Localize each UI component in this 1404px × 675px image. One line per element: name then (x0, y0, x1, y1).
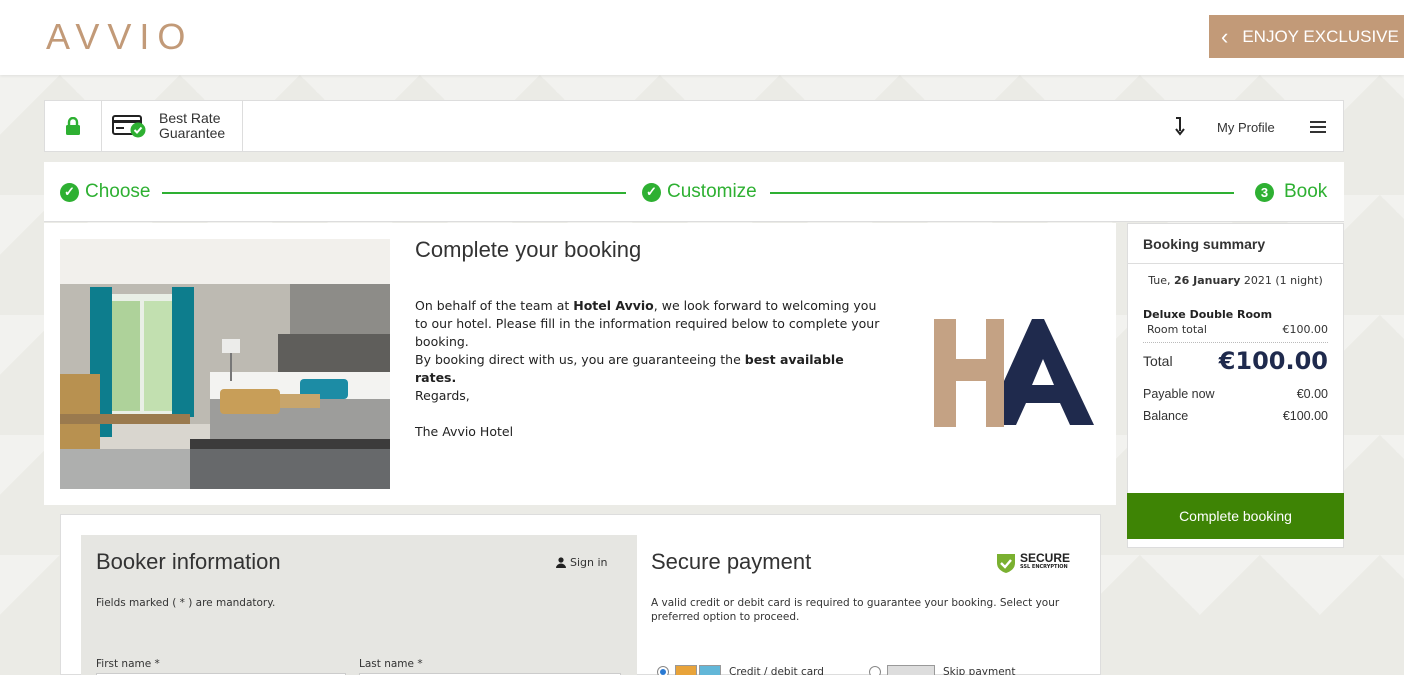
last-name-label: Last name * (359, 658, 423, 670)
intro-text: On behalf of the team at (415, 298, 574, 313)
step-number-badge: 3 (1255, 182, 1274, 202)
card-radio[interactable] (657, 666, 669, 675)
balance-label: Balance (1143, 409, 1189, 423)
card-brands-icon (675, 665, 723, 675)
skip-payment-icon (887, 665, 937, 675)
room-total-label: Room total (1147, 323, 1207, 336)
step-customize-label: Customize (667, 181, 757, 202)
intro-text: By booking direct with us, you are guara… (415, 352, 745, 367)
booking-summary: Booking summary Tue, 26 January 2021 (1 … (1127, 223, 1344, 548)
intro-message: On behalf of the team at Hotel Avvio, we… (415, 297, 885, 441)
intro-regards: Regards, (415, 388, 470, 403)
my-profile-link[interactable]: My Profile (1217, 120, 1275, 135)
skip-radio[interactable] (869, 666, 881, 675)
intro-title: Complete your booking (415, 237, 642, 262)
complete-booking-button[interactable]: Complete booking (1127, 493, 1344, 539)
user-icon (556, 557, 566, 568)
card-check-icon (112, 115, 146, 138)
booker-information: Booker information Sign in Fields marked… (81, 535, 637, 675)
skip-option-label: Skip payment (943, 666, 1016, 675)
best-rate-guarantee: Best Rate Guarantee (102, 101, 243, 151)
first-name-label: First name * (96, 658, 160, 670)
chevron-left-icon[interactable]: ‹ (1221, 24, 1228, 50)
intro-signoff: The Avvio Hotel (415, 424, 514, 439)
date-prefix: Tue, (1148, 274, 1175, 287)
brg-line2: Guarantee (159, 125, 226, 141)
brg-line1: Best Rate (159, 110, 221, 126)
top-bar: Best Rate Guarantee My Profile (44, 100, 1344, 152)
sort-icon[interactable] (1173, 116, 1185, 136)
check-circle-icon: ✓ (60, 182, 79, 202)
site-header: AVVIO ‹ ENJOY EXCLUSIVE BE (0, 0, 1404, 75)
step-book: 3 Book (1255, 181, 1327, 203)
step-choose[interactable]: ✓ Choose (60, 181, 151, 203)
card-option-label: Credit / debit card (729, 666, 824, 675)
sign-in-label: Sign in (570, 556, 608, 569)
promo-text: ENJOY EXCLUSIVE BE (1242, 26, 1404, 46)
hamburger-menu-icon[interactable] (1310, 120, 1326, 134)
step-connector (770, 192, 1234, 194)
booking-steps: ✓ Choose ✓ Customize 3 Book (44, 162, 1344, 222)
step-book-label: Book (1284, 181, 1328, 202)
payment-title: Secure payment (651, 549, 812, 574)
avvio-logo[interactable]: AVVIO (46, 16, 193, 58)
total-value: €100.00 (1218, 347, 1328, 375)
stay-dates: Tue, 26 January 2021 (1 night) (1128, 274, 1343, 287)
payment-option-card[interactable]: Credit / debit card (657, 665, 824, 675)
summary-divider (1143, 342, 1328, 343)
room-total-row: Room total €100.00 (1128, 323, 1343, 336)
mandatory-note: Fields marked ( * ) are mandatory. (96, 597, 276, 609)
summary-title: Booking summary (1128, 224, 1343, 264)
step-customize[interactable]: ✓ Customize (642, 181, 757, 203)
date-bold: 26 January (1174, 274, 1241, 287)
room-name: Deluxe Double Room (1143, 308, 1273, 321)
payable-value: €0.00 (1296, 387, 1328, 401)
booking-form: Booker information Sign in Fields marked… (60, 514, 1101, 675)
check-circle-icon: ✓ (642, 182, 661, 202)
payment-option-skip[interactable]: Skip payment (869, 665, 1015, 675)
ssl-badge: SECURE SSL ENCRYPTION (996, 552, 1070, 574)
intro-panel: Complete your booking On behalf of the t… (44, 223, 1116, 505)
shield-check-icon (997, 554, 1015, 573)
payable-label: Payable now (1143, 387, 1215, 401)
secure-lock (45, 101, 102, 151)
promo-banner[interactable]: ‹ ENJOY EXCLUSIVE BE (1209, 15, 1404, 58)
step-choose-label: Choose (85, 181, 151, 202)
total-label: Total (1143, 353, 1173, 369)
payment-note: A valid credit or debit card is required… (651, 597, 1060, 623)
hotel-name: Hotel Avvio (573, 298, 654, 313)
room-total-value: €100.00 (1282, 323, 1329, 336)
room-photo (60, 239, 390, 489)
hotel-logo (934, 319, 1094, 427)
sign-in-link[interactable]: Sign in (556, 556, 608, 569)
balance-value: €100.00 (1282, 409, 1328, 423)
total-row: Total €100.00 (1128, 347, 1343, 375)
step-connector (162, 192, 626, 194)
ssl-label: SSL ENCRYPTION (1020, 564, 1068, 570)
date-suffix: 2021 (1 night) (1240, 274, 1323, 287)
booker-title: Booker information (96, 549, 281, 574)
payable-now-row: Payable now €0.00 (1128, 387, 1343, 401)
balance-row: Balance €100.00 (1128, 409, 1343, 423)
lock-icon (66, 116, 80, 135)
secure-label: SECURE (1020, 551, 1071, 565)
